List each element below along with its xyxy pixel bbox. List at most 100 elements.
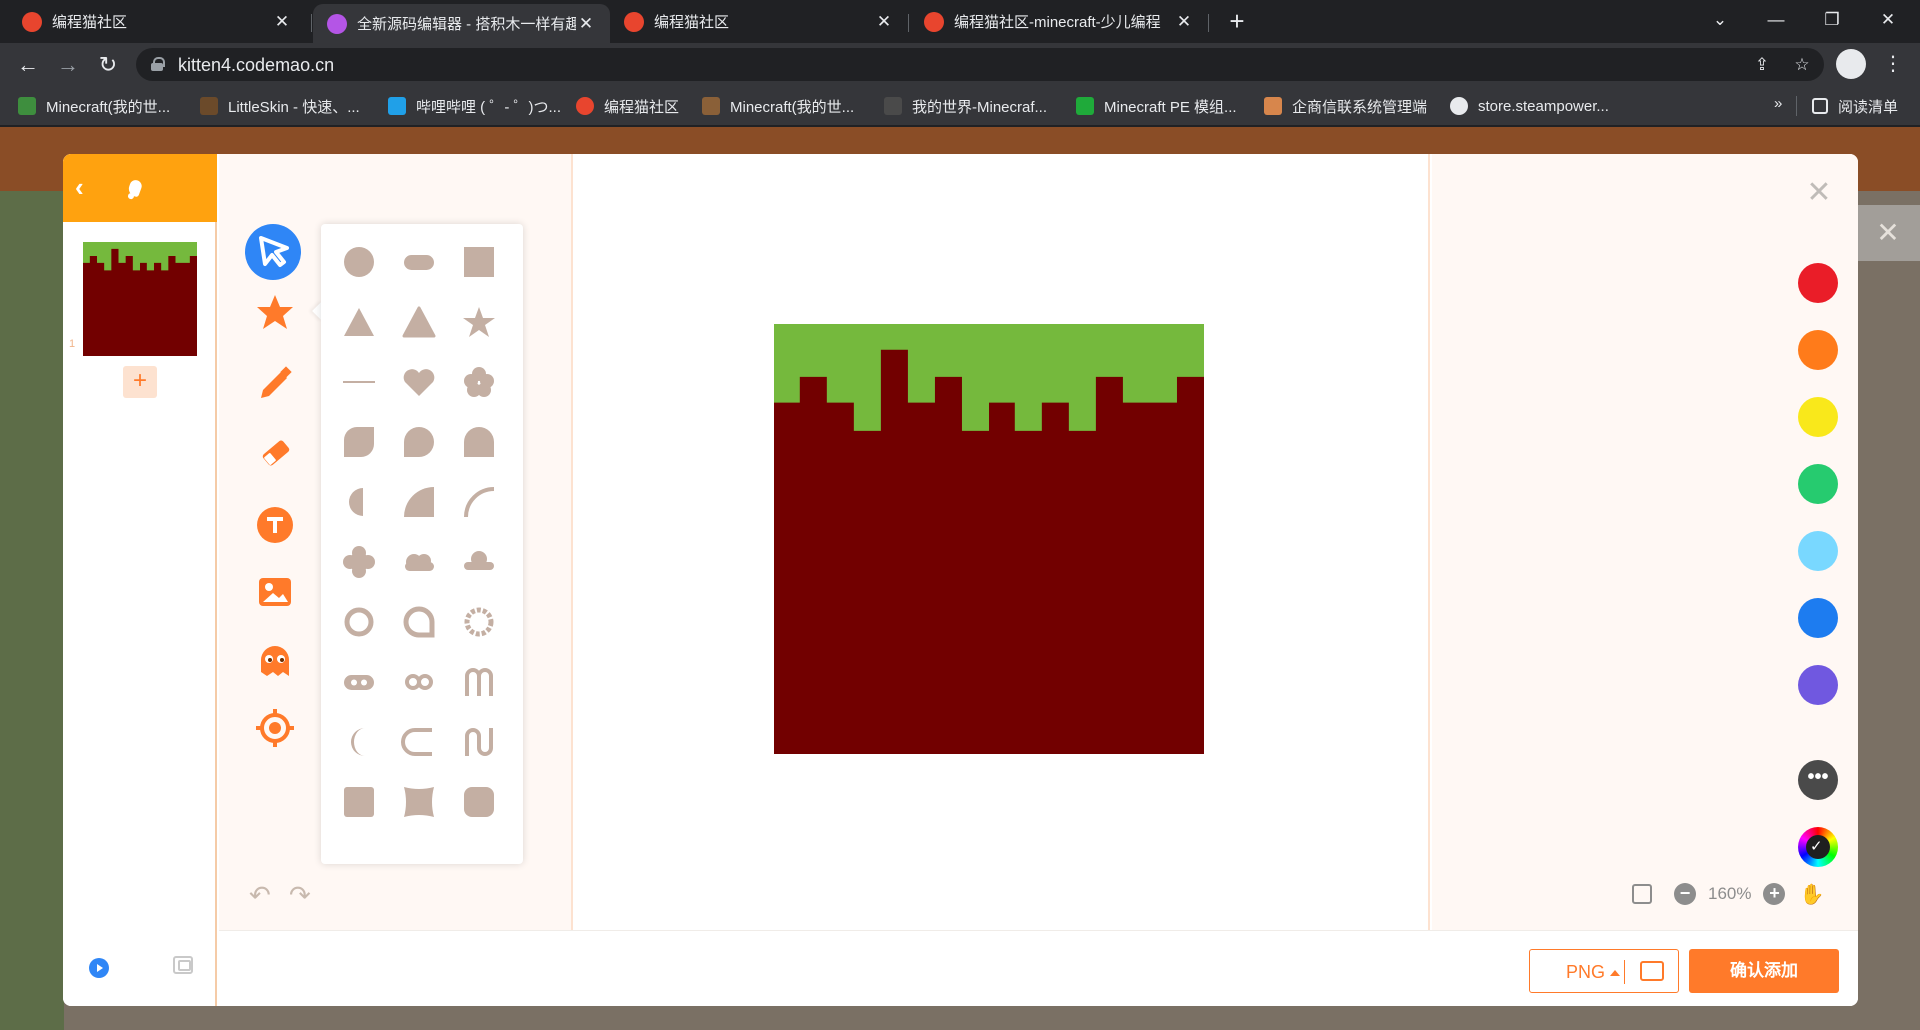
frame-thumbnail[interactable] bbox=[83, 242, 197, 356]
color-swatch-orange[interactable] bbox=[1798, 330, 1838, 370]
image-settings-icon[interactable] bbox=[1640, 961, 1664, 981]
redo-icon[interactable]: ↷ bbox=[289, 880, 311, 911]
circle-shape-icon[interactable] bbox=[339, 242, 379, 282]
close-tab-icon[interactable]: ✕ bbox=[874, 12, 894, 32]
bookmark-item[interactable]: Minecraft(我的世... bbox=[702, 95, 854, 117]
star-shape-icon[interactable] bbox=[459, 302, 499, 342]
pill-shape-icon[interactable] bbox=[399, 242, 439, 282]
add-frame-button[interactable]: + bbox=[123, 366, 157, 398]
triangle-shape-icon[interactable] bbox=[339, 302, 379, 342]
confirm-add-button[interactable]: 确认添加 bbox=[1689, 949, 1839, 993]
heart-shape-icon[interactable] bbox=[399, 362, 439, 402]
profile-avatar-icon[interactable] bbox=[1836, 49, 1866, 79]
text-tool-button[interactable] bbox=[247, 497, 303, 553]
cloud-flat-shape-icon[interactable] bbox=[459, 542, 499, 582]
browser-tab-4[interactable]: 编程猫社区-minecraft-少儿编程 ✕ bbox=[910, 0, 1208, 43]
onion-skin-icon[interactable] bbox=[173, 956, 193, 974]
play-icon[interactable] bbox=[89, 958, 109, 978]
grass-block-drawing[interactable] bbox=[774, 324, 1204, 754]
drop-shape-icon[interactable] bbox=[399, 422, 439, 462]
bookmark-item[interactable]: Minecraft PE 模组... bbox=[1076, 95, 1237, 117]
crescent-shape-icon[interactable] bbox=[339, 722, 379, 762]
m-wave-shape-icon[interactable] bbox=[459, 662, 499, 702]
arc-shape-icon[interactable] bbox=[459, 482, 499, 522]
ring-shape-icon[interactable] bbox=[339, 602, 379, 642]
eraser-tool-button[interactable] bbox=[247, 424, 303, 480]
cloud-shape-icon[interactable] bbox=[399, 542, 439, 582]
bookmark-item[interactable]: Minecraft(我的世... bbox=[18, 95, 170, 117]
browser-tab-3[interactable]: 编程猫社区 ✕ bbox=[610, 0, 908, 43]
bookmark-item[interactable]: 编程猫社区 bbox=[576, 95, 679, 117]
half-circle-shape-icon[interactable] bbox=[339, 482, 379, 522]
center-point-tool-button[interactable] bbox=[247, 700, 303, 756]
address-bar[interactable]: kitten4.codemao.cn ⇪ ☆ bbox=[136, 48, 1824, 81]
color-swatch-light-blue[interactable] bbox=[1798, 531, 1838, 571]
browser-tab-2[interactable]: 全新源码编辑器 - 搭积木一样有趣 ✕ bbox=[313, 4, 610, 43]
pill-holes-shape-icon[interactable] bbox=[339, 662, 379, 702]
c-shape-icon[interactable] bbox=[399, 722, 439, 762]
minimize-icon[interactable]: — bbox=[1748, 0, 1804, 43]
tab-search-icon[interactable]: ⌄ bbox=[1692, 0, 1748, 43]
n-wave-shape-icon[interactable] bbox=[459, 722, 499, 762]
quarter-circle-shape-icon[interactable] bbox=[399, 482, 439, 522]
squircle-shape-icon[interactable] bbox=[459, 782, 499, 822]
share-icon[interactable]: ⇪ bbox=[1750, 53, 1774, 77]
close-tab-icon[interactable]: ✕ bbox=[1174, 12, 1194, 32]
bookmark-star-icon[interactable]: ☆ bbox=[1790, 53, 1814, 77]
forward-icon[interactable]: → bbox=[52, 49, 84, 81]
speech-ring-shape-icon[interactable] bbox=[399, 602, 439, 642]
close-window-icon[interactable]: ✕ bbox=[1860, 0, 1916, 43]
new-tab-button[interactable]: + bbox=[1222, 6, 1252, 36]
more-colors-button[interactable]: ••• bbox=[1798, 760, 1838, 800]
leaf-shape-icon[interactable] bbox=[339, 422, 379, 462]
shape-tool-button[interactable] bbox=[247, 284, 303, 340]
zoom-out-icon[interactable]: − bbox=[1674, 883, 1696, 905]
close-modal-icon[interactable]: ✕ bbox=[1804, 178, 1834, 208]
reading-list-button[interactable]: 阅读清单 bbox=[1812, 95, 1898, 117]
back-icon[interactable]: ← bbox=[12, 49, 44, 81]
character-tool-button[interactable] bbox=[247, 632, 303, 688]
zoom-in-icon[interactable]: + bbox=[1763, 883, 1786, 905]
color-swatch-yellow[interactable] bbox=[1798, 397, 1838, 437]
color-swatch-purple[interactable] bbox=[1798, 665, 1838, 705]
bookmark-item[interactable]: 我的世界-Minecraf... bbox=[884, 95, 1047, 117]
bookmark-item[interactable]: 哔哩哔哩 ( ゜- ゜)つ... bbox=[388, 95, 561, 117]
browser-menu-icon[interactable]: ⋮ bbox=[1878, 49, 1908, 79]
cross-shape-icon[interactable] bbox=[339, 542, 379, 582]
bookmark-item[interactable]: 企商信联系统管理端 bbox=[1264, 95, 1427, 117]
close-tab-icon[interactable]: ✕ bbox=[272, 12, 292, 32]
color-swatch-blue[interactable] bbox=[1798, 598, 1838, 638]
drawing-canvas[interactable] bbox=[774, 324, 1204, 754]
square-shape-icon[interactable] bbox=[459, 242, 499, 282]
pencil-tool-button[interactable] bbox=[247, 354, 303, 410]
reload-icon[interactable]: ↻ bbox=[92, 49, 124, 81]
codemao-favicon-icon bbox=[624, 11, 644, 32]
color-swatch-red[interactable] bbox=[1798, 263, 1838, 303]
browser-tab-bar: 编程猫社区 ✕ 全新源码编辑器 - 搭积木一样有趣 ✕ 编程猫社区 ✕ 编程猫社… bbox=[0, 0, 1920, 43]
close-tab-icon[interactable]: ✕ bbox=[576, 14, 596, 34]
browser-tab-1[interactable]: 编程猫社区 ✕ bbox=[8, 0, 306, 43]
hand-pan-icon[interactable]: ✋ bbox=[1799, 882, 1824, 907]
drawing-canvas-area[interactable] bbox=[575, 154, 1430, 930]
double-ring-shape-icon[interactable] bbox=[399, 662, 439, 702]
rounded-square-shape-icon[interactable] bbox=[339, 782, 379, 822]
concave-square-shape-icon[interactable] bbox=[399, 782, 439, 822]
frame-thumbnail-image bbox=[83, 242, 197, 356]
rounded-triangle-shape-icon[interactable] bbox=[399, 302, 439, 342]
chevron-left-icon[interactable]: ‹ bbox=[75, 172, 84, 203]
gear-ring-shape-icon[interactable] bbox=[459, 602, 499, 642]
undo-icon[interactable]: ↶ bbox=[249, 880, 271, 911]
format-selector[interactable]: PNG bbox=[1529, 949, 1679, 993]
image-tool-button[interactable] bbox=[247, 564, 303, 620]
bookmark-item[interactable]: LittleSkin - 快速、... bbox=[200, 95, 360, 117]
flower-shape-icon[interactable] bbox=[459, 362, 499, 402]
kitten-favicon-icon bbox=[327, 13, 347, 34]
arch-shape-icon[interactable] bbox=[459, 422, 499, 462]
restore-icon[interactable]: ❐ bbox=[1804, 0, 1860, 43]
bookmark-item[interactable]: store.steampower... bbox=[1450, 95, 1609, 117]
color-swatch-green[interactable] bbox=[1798, 464, 1838, 504]
select-tool-button[interactable] bbox=[245, 224, 301, 280]
line-shape-icon[interactable] bbox=[339, 362, 379, 402]
bookmarks-overflow-button[interactable]: » bbox=[1774, 95, 1782, 112]
fit-screen-icon[interactable] bbox=[1632, 884, 1652, 904]
